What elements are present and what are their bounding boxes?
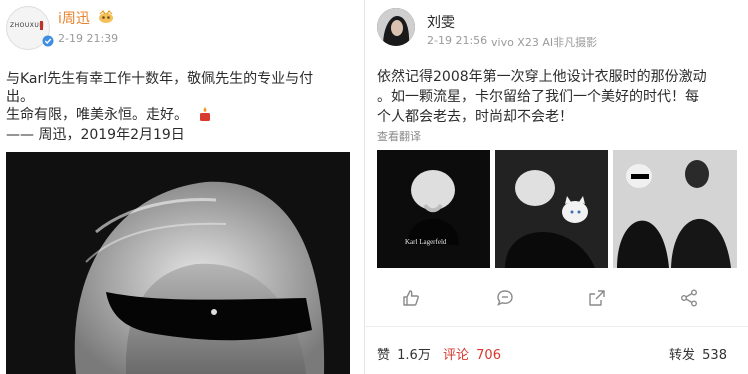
vip-badge-icon — [98, 9, 114, 23]
comment-icon[interactable] — [495, 288, 515, 308]
repost-network-icon[interactable] — [679, 288, 699, 308]
likes-stat[interactable]: 赞 1.6万 — [377, 344, 431, 363]
left-text-line-1: 与Karl先生有幸工作十数年，敬佩先生的专业与付 — [6, 71, 314, 87]
karl-portrait-photo[interactable] — [6, 152, 350, 374]
likes-count: 1.6万 — [397, 348, 431, 363]
right-text-line-3: 个人都会老去，时尚却不会老！ — [377, 109, 573, 125]
liuwen-avatar[interactable] — [377, 8, 415, 46]
candle-emoji-icon — [198, 106, 212, 122]
photo-thumb-3[interactable] — [613, 150, 737, 268]
likes-label: 赞 — [377, 348, 391, 363]
comments-count: 706 — [476, 348, 501, 363]
share-icon[interactable] — [587, 288, 607, 308]
comments-stat[interactable]: 评论 706 — [443, 344, 501, 363]
left-username[interactable]: i周迅 — [58, 8, 90, 28]
right-weibo-post: 刘雯 2-19 21:56 vivo X23 AI非凡摄影 依然记得2008年第… — [364, 0, 748, 374]
comments-label: 评论 — [443, 348, 470, 363]
photo-thumb-2[interactable] — [495, 150, 608, 268]
stats-divider — [365, 326, 748, 327]
reposts-label: 转发 — [669, 348, 696, 363]
right-text-line-2: 。如一颗流星，卡尔留给了我们一个美好的时代！每 — [377, 89, 699, 105]
right-device: vivo X23 AI非凡摄影 — [491, 36, 598, 49]
reposts-stat[interactable]: 转发 538 — [669, 344, 727, 363]
left-text-line-3-text: 生命有限，唯美永恒。走好。 — [6, 107, 188, 123]
left-text-line-2: 出。 — [6, 89, 34, 105]
left-text-line-3: 生命有限，唯美永恒。走好。 — [6, 104, 212, 124]
right-timestamp: 2-19 21:56 — [427, 34, 488, 47]
verified-icon — [42, 32, 54, 47]
like-icon[interactable] — [401, 288, 421, 308]
thumb-caption: Karl Lagerfeld — [405, 238, 447, 246]
translate-link[interactable]: 查看翻译 — [377, 128, 421, 144]
right-text-line-1: 依然记得2008年第一次穿上他设计衣服时的那份激动 — [377, 69, 707, 85]
right-username[interactable]: 刘雯 — [427, 12, 455, 32]
reposts-count: 538 — [702, 348, 727, 363]
photo-thumb-1[interactable]: Karl Lagerfeld — [377, 150, 490, 268]
left-text-line-4: —— 周迅，2019年2月19日 — [6, 127, 185, 143]
left-timestamp: 2-19 21:39 — [58, 32, 119, 45]
left-weibo-post: ZHOUXUN i周迅 2-19 21:39 与Karl先生有幸工作十数年，敬佩… — [0, 0, 358, 374]
